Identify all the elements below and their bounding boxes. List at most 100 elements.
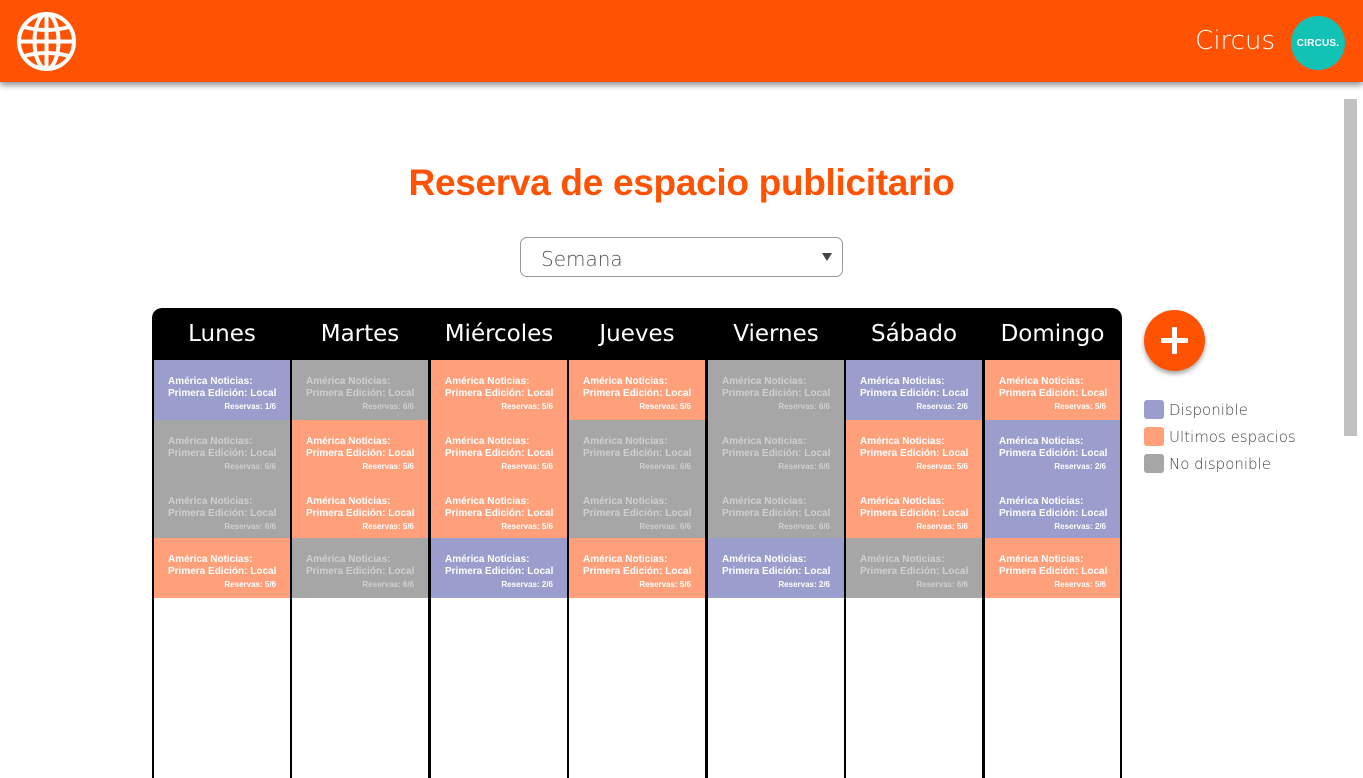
page-title: Reserva de espacio publicitario xyxy=(408,162,955,203)
slot-reservations: Reservas: 6/6 xyxy=(362,580,414,589)
day-header-6: Domingo xyxy=(1000,321,1105,347)
day-column: América Noticias: Primera Edición: Local… xyxy=(292,360,428,778)
legend-swatch xyxy=(1144,400,1164,419)
program-slot[interactable]: América Noticias: Primera Edición: Local… xyxy=(985,538,1120,598)
plus-icon-stroke xyxy=(1172,327,1177,354)
slot-reservations: Reservas: 6/6 xyxy=(778,462,830,471)
program-slot[interactable]: América Noticias: Primera Edición: Local… xyxy=(431,538,567,598)
program-slot[interactable]: América Noticias: Primera Edición: Local… xyxy=(431,360,567,420)
program-slot[interactable]: América Noticias: Primera Edición: Local… xyxy=(708,480,844,540)
day-column: América Noticias: Primera Edición: Local… xyxy=(154,360,290,778)
program-slot[interactable]: América Noticias: Primera Edición: Local… xyxy=(569,480,705,540)
slot-title: América Noticias: Primera Edición: Local xyxy=(168,496,277,519)
globe-icon[interactable] xyxy=(16,11,77,72)
avatar[interactable]: CIRCUS. xyxy=(1291,16,1345,70)
slot-title: América Noticias: Primera Edición: Local xyxy=(168,376,277,399)
slot-reservations: Reservas: 5/6 xyxy=(639,402,691,411)
slot-title: América Noticias: Primera Edición: Local xyxy=(860,554,969,577)
slot-title: América Noticias: Primera Edición: Local xyxy=(999,376,1108,399)
day-header-5: Sábado xyxy=(870,321,958,347)
view-select[interactable]: Semana xyxy=(520,237,843,277)
week-calendar: Lunes América Noticias: Primera Edición: … xyxy=(152,308,1122,778)
day-header-2: Miércoles xyxy=(444,321,554,347)
slot-title: América Noticias: Primera Edición: Local xyxy=(583,436,692,459)
slot-title: América Noticias: Primera Edición: Local xyxy=(999,436,1108,459)
day-header-0: Lunes xyxy=(188,321,256,347)
slot-title: América Noticias: Primera Edición: Local xyxy=(722,496,831,519)
slot-reservations: Reservas: 6/6 xyxy=(778,402,830,411)
slot-title: América Noticias: Primera Edición: Local xyxy=(306,496,415,519)
slot-reservations: Reservas: 5/6 xyxy=(501,402,553,411)
slot-reservations: Reservas: 5/6 xyxy=(362,462,414,471)
slot-title: América Noticias: Primera Edición: Local xyxy=(999,554,1108,577)
slot-reservations: Reservas: 2/6 xyxy=(778,580,830,589)
slot-reservations: Reservas: 6/6 xyxy=(362,402,414,411)
program-slot[interactable]: América Noticias: Primera Edición: Local… xyxy=(154,360,290,420)
program-slot[interactable]: América Noticias: Primera Edición: Local… xyxy=(292,480,428,540)
program-slot[interactable]: América Noticias: Primera Edición: Local… xyxy=(431,480,567,540)
slot-reservations: Reservas: 6/6 xyxy=(639,462,691,471)
slot-reservations: Reservas: 5/6 xyxy=(501,462,553,471)
day-column: América Noticias: Primera Edición: Local… xyxy=(569,360,705,778)
slot-title: América Noticias: Primera Edición: Local xyxy=(445,376,554,399)
slot-title: América Noticias: Primera Edición: Local xyxy=(860,436,969,459)
slot-title: América Noticias: Primera Edición: Local xyxy=(306,376,415,399)
slot-reservations: Reservas: 2/6 xyxy=(916,402,968,411)
program-slot[interactable]: América Noticias: Primera Edición: Local… xyxy=(708,420,844,480)
program-slot[interactable]: América Noticias: Primera Edición: Local… xyxy=(708,538,844,598)
slot-reservations: Reservas: 5/6 xyxy=(916,522,968,531)
program-slot[interactable]: América Noticias: Primera Edición: Local… xyxy=(846,480,982,540)
slot-title: América Noticias: Primera Edición: Local xyxy=(168,554,277,577)
program-slot[interactable]: América Noticias: Primera Edición: Local… xyxy=(154,480,290,540)
program-slot[interactable]: América Noticias: Primera Edición: Local… xyxy=(985,480,1120,540)
day-header-1: Martes xyxy=(320,321,400,347)
slot-title: América Noticias: Primera Edición: Local xyxy=(306,554,415,577)
user-name[interactable]: Circus xyxy=(1195,26,1275,56)
program-slot[interactable]: América Noticias: Primera Edición: Local… xyxy=(569,538,705,598)
program-slot[interactable]: América Noticias: Primera Edición: Local… xyxy=(569,360,705,420)
day-column: América Noticias: Primera Edición: Local… xyxy=(431,360,567,778)
slot-reservations: Reservas: 5/6 xyxy=(916,462,968,471)
slot-title: América Noticias: Primera Edición: Local xyxy=(860,376,969,399)
program-slot[interactable]: América Noticias: Primera Edición: Local… xyxy=(846,420,982,480)
program-slot[interactable]: América Noticias: Primera Edición: Local… xyxy=(292,420,428,480)
slot-title: América Noticias: Primera Edición: Local xyxy=(445,496,554,519)
slot-reservations: Reservas: 6/6 xyxy=(778,522,830,531)
program-slot[interactable]: América Noticias: Primera Edición: Local… xyxy=(985,420,1120,480)
slot-reservations: Reservas: 6/6 xyxy=(224,462,276,471)
top-bar: Circus CIRCUS. xyxy=(0,0,1363,82)
slot-title: América Noticias: Primera Edición: Local xyxy=(860,496,969,519)
page-scrollbar-thumb[interactable] xyxy=(1344,99,1357,436)
day-column: América Noticias: Primera Edición: Local… xyxy=(985,360,1120,778)
slot-reservations: Reservas: 1/6 xyxy=(224,402,276,411)
program-slot[interactable]: América Noticias: Primera Edición: Local… xyxy=(846,538,982,598)
program-slot[interactable]: América Noticias: Primera Edición: Local… xyxy=(292,360,428,420)
day-column: América Noticias: Primera Edición: Local… xyxy=(846,360,982,778)
slot-title: América Noticias: Primera Edición: Local xyxy=(583,376,692,399)
slot-reservations: Reservas: 5/6 xyxy=(1054,580,1106,589)
day-header-4: Viernes xyxy=(733,321,819,347)
day-column: América Noticias: Primera Edición: Local… xyxy=(708,360,844,778)
program-slot[interactable]: América Noticias: Primera Edición: Local… xyxy=(846,360,982,420)
slot-reservations: Reservas: 2/6 xyxy=(501,580,553,589)
slot-title: América Noticias: Primera Edición: Local xyxy=(168,436,277,459)
view-select-value: Semana xyxy=(541,247,623,271)
slot-title: América Noticias: Primera Edición: Local xyxy=(583,554,692,577)
slot-reservations: Reservas: 2/6 xyxy=(1054,522,1106,531)
program-slot[interactable]: América Noticias: Primera Edición: Local… xyxy=(431,420,567,480)
slot-reservations: Reservas: 5/6 xyxy=(501,522,553,531)
program-slot[interactable]: América Noticias: Primera Edición: Local… xyxy=(708,360,844,420)
slot-reservations: Reservas: 5/6 xyxy=(362,522,414,531)
slot-reservations: Reservas: 5/6 xyxy=(639,580,691,589)
program-slot[interactable]: América Noticias: Primera Edición: Local… xyxy=(985,360,1120,420)
program-slot[interactable]: América Noticias: Primera Edición: Local… xyxy=(292,538,428,598)
day-header-3: Jueves xyxy=(599,321,675,347)
program-slot[interactable]: América Noticias: Primera Edición: Local… xyxy=(154,420,290,480)
slot-reservations: Reservas: 6/6 xyxy=(639,522,691,531)
program-slot[interactable]: América Noticias: Primera Edición: Local… xyxy=(569,420,705,480)
program-slot[interactable]: América Noticias: Primera Edición: Local… xyxy=(154,538,290,598)
slot-title: América Noticias: Primera Edición: Local xyxy=(722,436,831,459)
slot-reservations: Reservas: 6/6 xyxy=(224,522,276,531)
legend-label: Disponible xyxy=(1169,401,1248,419)
add-reservation-button[interactable] xyxy=(1144,310,1205,371)
